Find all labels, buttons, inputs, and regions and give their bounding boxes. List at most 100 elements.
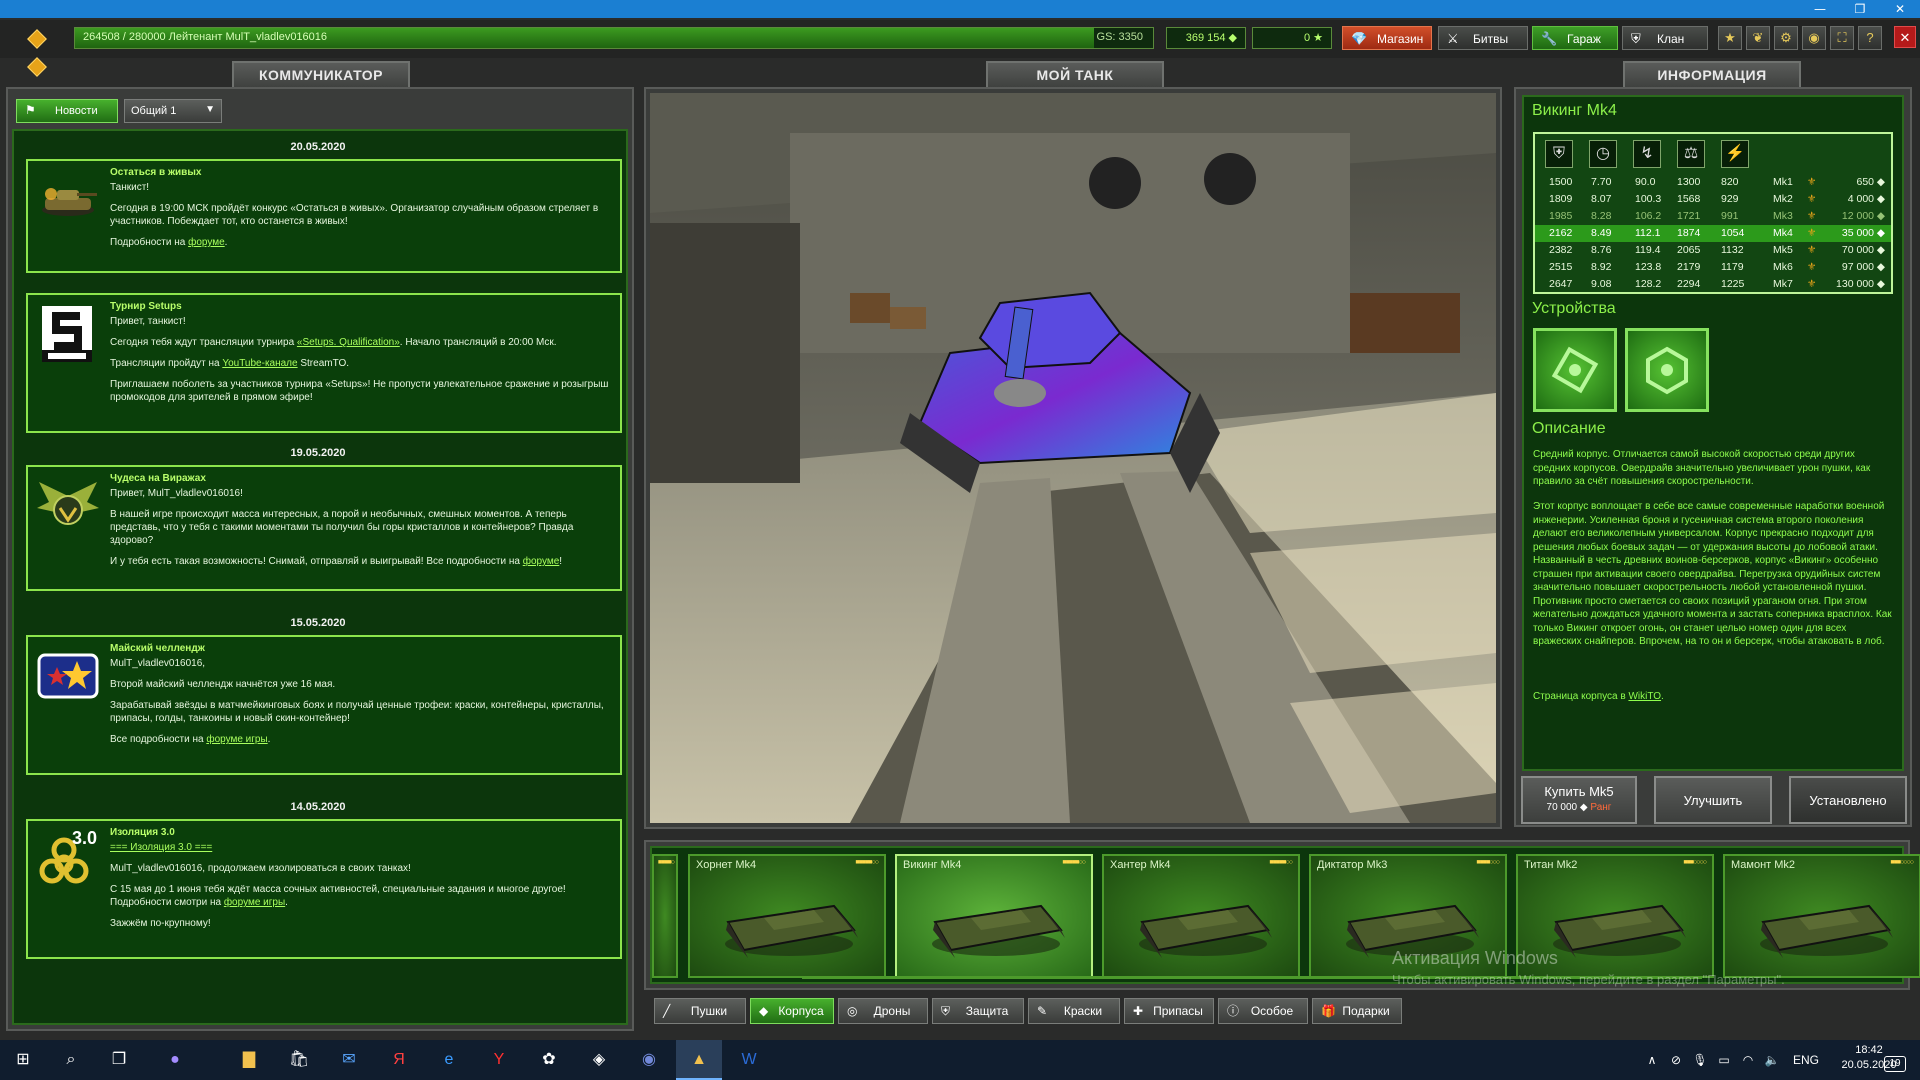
mail-icon[interactable]: ✉ [326,1040,372,1080]
youtube-link[interactable]: YouTube-канале [222,358,297,369]
category-tab-2[interactable]: ◎ Дроны [838,998,928,1024]
forum-link[interactable]: форуме игры [206,734,267,745]
hull-thumbnail [932,904,1065,958]
stats-row[interactable]: 2515 8.92 123.8 2179 1179 Mk6 ⚜ 97 000 ◆ [1535,259,1891,276]
discord-icon[interactable]: ◉ [626,1040,672,1080]
forum-link[interactable]: форуме [188,237,225,248]
sound-icon[interactable]: ◉ [1802,26,1826,50]
wifi-icon[interactable]: ◠ [1736,1040,1760,1080]
turn-speed-icon: ↯ [1633,140,1661,168]
wiki-link[interactable]: WikiTO [1628,691,1661,702]
hull-card[interactable]: Хорнет Mk4 ■■■■■○○ [688,854,886,978]
restore-icon[interactable]: ❐ [1840,0,1880,18]
hull-card[interactable]: Мамонт Mk2 ■■■○○○○ [1723,854,1920,978]
yandex-icon[interactable]: Я [376,1040,422,1080]
news-title: Изоляция 3.0 [110,827,175,838]
category-tab-3[interactable]: ⛨ Защита [932,998,1024,1024]
language-indicator[interactable]: ENG [1786,1040,1826,1080]
upgrade-button[interactable]: Улучшить [1654,776,1772,824]
special-icon: ⓘ [1227,1004,1240,1018]
hull-name: Мамонт Mk2 [1731,859,1796,871]
forum-link[interactable]: форуме [523,556,560,567]
hull-rarity-stars: ■■■○○○○ [1683,859,1707,866]
isolation-link[interactable]: === Изоляция 3.0 === [110,842,212,853]
stats-row[interactable]: 1809 8.07 100.3 1568 929 Mk2 ⚜ 4 000 ◆ [1535,191,1891,208]
edge-icon[interactable]: e [426,1040,472,1080]
news-title: Чудеса на Виражах [110,473,206,484]
shop-button[interactable]: 💎 Магазин [1342,26,1432,50]
category-tab-0[interactable]: ╱ Пушки [654,998,746,1024]
rank-diamond-icon [27,57,47,77]
rank-icon: ⚜ [1807,227,1817,239]
hull-card[interactable]: Хантер Mk4 ■■■■■○○ [1102,854,1300,978]
settings-gear-icon[interactable]: ⚙ [1774,26,1798,50]
category-tab-5[interactable]: ✚ Припасы [1124,998,1214,1024]
hull-name: Викинг Mk4 [903,859,962,871]
stats-row[interactable]: 2382 8.76 119.4 2065 1132 Mk5 ⚜ 70 000 ◆ [1535,242,1891,259]
devices-title: Устройства [1532,300,1616,317]
rank-icon: ⚜ [1807,210,1817,222]
battery-icon[interactable]: ▭ [1712,1040,1736,1080]
device-slot-1[interactable] [1533,328,1617,412]
stats-row[interactable]: 1985 8.28 106.2 1721 991 Mk3 ⚜ 12 000 ◆ [1535,208,1891,225]
tournament-link[interactable]: «Setups. Qualification» [297,337,400,348]
hull-carousel[interactable]: ■■■■○ Хорнет Mk4 ■■■■■○○ Викинг Mk4 ■■■■■○○… [650,846,1920,984]
news-body: Привет, танкист! Сегодня тебя ждут транс… [110,316,609,403]
search-icon[interactable]: ⌕ [48,1040,94,1080]
app-icon[interactable]: ✿ [526,1040,572,1080]
microphone-icon[interactable]: 🎙 [1688,1040,1712,1080]
volume-icon[interactable]: 🔈 [1760,1040,1784,1080]
hull-name: Хорнет Mk4 [696,859,757,871]
store-icon[interactable]: 🛍 [276,1040,322,1080]
notifications-icon[interactable]: 19 [1884,1056,1906,1072]
taskbar: ⊞ ⌕ ❐ ● ▇ 🛍 ✉ Я e Y ✿ ◈ ◉ ▲ W ∧ ⊘ 🎙 ▭ ◠ … [0,1040,1920,1080]
garage-button[interactable]: 🔧 Гараж [1532,26,1618,50]
close-window-icon[interactable]: ✕ [1880,0,1920,18]
app-icon[interactable]: ◈ [576,1040,622,1080]
explorer-icon[interactable]: ▇ [226,1040,272,1080]
news-body: Привет, MulT_vladlev016016! В нашей игре… [110,488,574,567]
garage-3d-view[interactable] [650,93,1496,823]
news-date: 19.05.2020 [290,447,346,459]
category-tab-7[interactable]: 🎁 Подарки [1312,998,1402,1024]
device-slot-2[interactable] [1625,328,1709,412]
news-feed[interactable]: 20.05.2020 Остаться в живых Танкист! Сег… [12,129,628,1025]
star-icon[interactable]: ★ [1718,26,1742,50]
news-item: Турнир Setups Привет, танкист! Сегодня т… [26,293,622,433]
buy-button[interactable]: Купить Mk5 70 000 ◆ Ранг [1521,776,1637,824]
word-icon[interactable]: W [726,1040,772,1080]
channel-select[interactable]: Общий 1 ▼ [124,99,222,123]
news-tab-button[interactable]: ⚑ Новости [16,99,118,123]
hull-card[interactable]: Викинг Mk4 ■■■■■○○ [895,854,1093,978]
installed-button[interactable]: Установлено [1789,776,1907,824]
stats-row[interactable]: 2647 9.08 128.2 2294 1225 Mk7 ⚜ 130 000 ◆ [1535,276,1891,293]
hull-card-partial[interactable]: ■■■■○ [652,854,678,978]
tanki-game-icon[interactable]: ▲ [676,1040,722,1080]
achievements-icon[interactable]: ❦ [1746,26,1770,50]
help-icon[interactable]: ? [1858,26,1882,50]
task-view-icon[interactable]: ❐ [96,1040,142,1080]
information-tab: ИНФОРМАЦИЯ [1623,61,1801,87]
category-tab-4[interactable]: ✎ Краски [1028,998,1120,1024]
speed-gauge-icon: ◷ [1589,140,1617,168]
yandex-browser-icon[interactable]: Y [476,1040,522,1080]
clan-button[interactable]: ⛨ Клан [1622,26,1708,50]
tray-icon[interactable]: ⊘ [1664,1040,1688,1080]
armor-shield-icon: ⛨ [1545,140,1573,168]
tray-chevron-icon[interactable]: ∧ [1640,1040,1664,1080]
fullscreen-icon[interactable]: ⛶ [1830,26,1854,50]
diamond-icon: 💎 [1351,31,1368,46]
stats-row[interactable]: 1500 7.70 90.0 1300 820 Mk1 ⚜ 650 ◆ [1535,174,1891,191]
category-tab-6[interactable]: ⓘ Особое [1218,998,1308,1024]
setups-logo-icon [32,303,104,365]
forum-link[interactable]: форуме игры [224,897,285,908]
cortana-icon[interactable]: ● [152,1040,198,1080]
stats-row[interactable]: 2162 8.49 112.1 1874 1054 Mk4 ⚜ 35 000 ◆ [1535,225,1891,242]
supplies-icon: ✚ [1133,1004,1144,1018]
minimize-icon[interactable]: — [1800,0,1840,18]
windows-start-icon[interactable]: ⊞ [0,1040,46,1080]
category-tab-1[interactable]: ◆ Корпуса [750,998,834,1024]
exit-icon[interactable]: ✕ [1894,26,1916,48]
battles-button[interactable]: ⚔ Битвы [1438,26,1528,50]
hull-thumbnail [1760,904,1893,958]
